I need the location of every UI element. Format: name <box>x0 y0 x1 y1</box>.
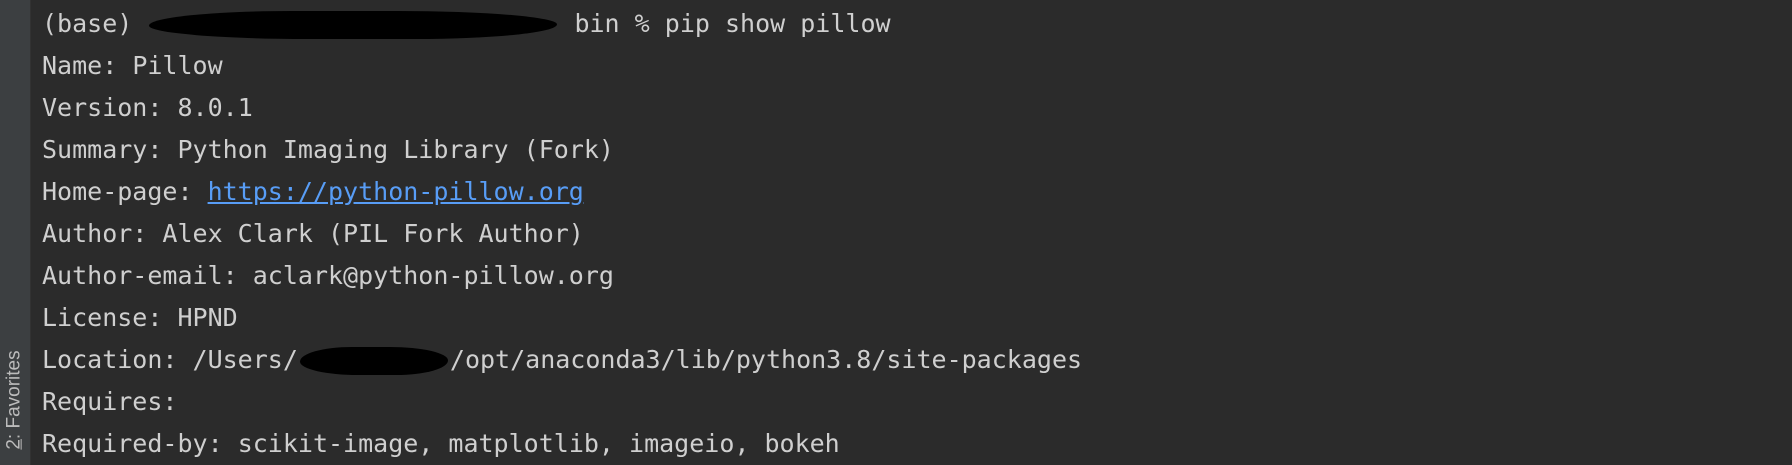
field-key: Summary: <box>42 135 163 164</box>
field-value: Python Imaging Library (Fork) <box>177 135 614 164</box>
field-key: Name: <box>42 51 118 80</box>
location-suffix: /opt/anaconda3/lib/python3.8/site-packag… <box>449 345 1083 374</box>
prompt-env: (base) <box>42 9 133 38</box>
field-value: 8.0.1 <box>177 93 253 122</box>
output-line-summary: Summary: Python Imaging Library (Fork) <box>42 132 1792 174</box>
output-line-author-email: Author-email: aclark@python-pillow.org <box>42 258 1792 300</box>
output-line-required-by: Required-by: scikit-image, matplotlib, i… <box>42 426 1792 465</box>
command-text: pip show pillow <box>664 9 891 38</box>
favorites-tab-text: : Favorites <box>4 350 25 440</box>
redacted-username <box>299 347 448 375</box>
prompt-line: (base) bin % pip show pillow <box>42 6 1792 48</box>
favorites-tab-number: 2 <box>4 439 25 450</box>
prompt-dir: bin <box>574 9 620 38</box>
favorites-tab-label: 2: Favorites <box>4 350 26 449</box>
redacted-hostname <box>149 11 558 39</box>
field-value: aclark@python-pillow.org <box>252 261 614 290</box>
tool-window-strip: 2: Favorites <box>0 0 31 465</box>
prompt-symbol: % <box>634 9 650 38</box>
terminal-window: 2: Favorites (base) bin % pip show pillo… <box>0 0 1792 465</box>
output-line-homepage: Home-page: https://python-pillow.org <box>42 174 1792 216</box>
output-line-license: License: HPND <box>42 300 1792 342</box>
field-value: Alex Clark (PIL Fork Author) <box>162 219 584 248</box>
field-value: HPND <box>177 303 238 332</box>
output-line-version: Version: 8.0.1 <box>42 90 1792 132</box>
terminal-output[interactable]: (base) bin % pip show pillow Name: Pillo… <box>42 6 1792 465</box>
field-key: Location: <box>42 345 178 374</box>
field-key: Version: <box>42 93 163 122</box>
field-key: Requires: <box>42 387 178 416</box>
field-value: scikit-image, matplotlib, imageio, bokeh <box>237 429 840 458</box>
favorites-tool-tab[interactable]: 2: Favorites <box>2 335 28 465</box>
output-line-name: Name: Pillow <box>42 48 1792 90</box>
homepage-link[interactable]: https://python-pillow.org <box>208 177 584 206</box>
location-prefix: /Users/ <box>192 345 298 374</box>
field-key: Author-email: <box>42 261 238 290</box>
output-line-requires: Requires: <box>42 384 1792 426</box>
field-key: License: <box>42 303 163 332</box>
output-line-author: Author: Alex Clark (PIL Fork Author) <box>42 216 1792 258</box>
field-key: Required-by: <box>42 429 223 458</box>
field-value: Pillow <box>132 51 223 80</box>
output-line-location: Location: /Users/ /opt/anaconda3/lib/pyth… <box>42 342 1792 384</box>
field-key: Author: <box>42 219 148 248</box>
field-key: Home-page: <box>42 177 193 206</box>
